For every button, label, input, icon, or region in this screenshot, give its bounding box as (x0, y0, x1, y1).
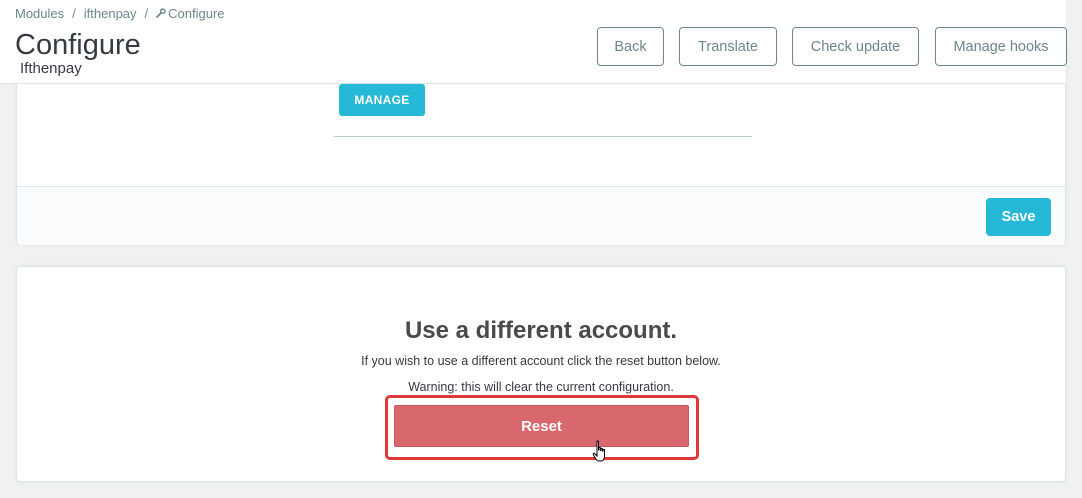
page-header: Modules / ifthenpay / Configure Configure If… (0, 0, 1067, 84)
reset-button[interactable]: Reset (394, 405, 689, 447)
reset-warning: Warning: this will clear the current con… (408, 380, 674, 394)
divider (334, 136, 752, 137)
breadcrumb-item-module[interactable]: ifthenpay (84, 6, 137, 21)
reset-panel: Use a different account. If you wish to … (16, 266, 1066, 482)
breadcrumb-item-modules[interactable]: Modules (15, 6, 64, 21)
manage-hooks-button[interactable]: Manage hooks (935, 27, 1067, 66)
translate-button[interactable]: Translate (679, 27, 777, 66)
save-button[interactable]: Save (986, 198, 1051, 236)
scrollbar-track[interactable] (1066, 0, 1082, 498)
page-title: Configure (15, 29, 141, 61)
reset-description: If you wish to use a different account c… (361, 354, 721, 368)
breadcrumb-item-current: Configure (168, 6, 225, 21)
back-button[interactable]: Back (597, 27, 664, 66)
breadcrumb: Modules / ifthenpay / Configure (15, 6, 225, 21)
breadcrumb-separator: / (144, 6, 149, 21)
page-subtitle: Ifthenpay (20, 60, 82, 77)
breadcrumb-separator: / (72, 6, 76, 21)
hand-cursor-icon (592, 440, 605, 462)
wrench-icon (156, 8, 166, 21)
reset-title: Use a different account. (404, 317, 678, 344)
manage-button[interactable]: MANAGE (339, 84, 425, 116)
check-update-button[interactable]: Check update (792, 27, 919, 66)
panel-footer: Save (17, 186, 1065, 245)
